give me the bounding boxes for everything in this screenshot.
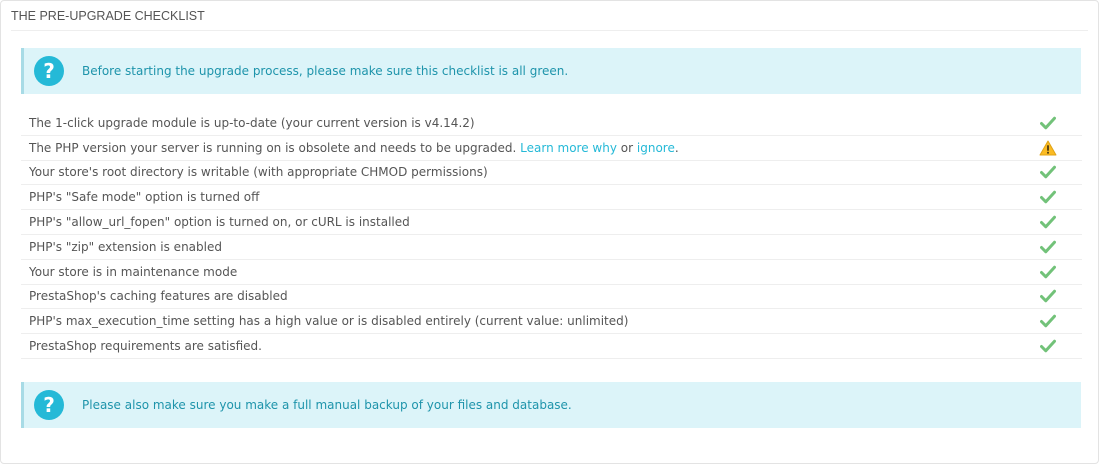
info-alert-text: Before starting the upgrade process, ple… — [82, 64, 569, 78]
checklist-item-label: The 1-click upgrade module is up-to-date… — [29, 115, 475, 130]
info-alert-backup: ? Please also make sure you make a full … — [21, 382, 1081, 428]
checklist-table: The 1-click upgrade module is up-to-date… — [21, 111, 1082, 359]
check-icon — [1028, 314, 1068, 328]
checklist-item-label: PrestaShop's caching features are disabl… — [29, 289, 288, 304]
check-icon — [1028, 116, 1068, 130]
warning-triangle-icon — [1028, 140, 1068, 156]
checklist-row: PHP's "Safe mode" option is turned off — [21, 185, 1082, 211]
check-icon — [1028, 289, 1068, 303]
checklist-item-label: PHP's "allow_url_fopen" option is turned… — [29, 215, 410, 230]
checklist-row: PHP's "zip" extension is enabled — [21, 235, 1082, 260]
checklist-item-label: PHP's "zip" extension is enabled — [29, 239, 222, 254]
checklist-item-label: The PHP version your server is running o… — [21, 141, 1028, 155]
question-circle-icon: ? — [34, 390, 64, 420]
checklist-item-label: PrestaShop requirements are satisfied. — [29, 339, 262, 354]
checklist-row: Your store's root directory is writable … — [21, 161, 1082, 186]
checklist-item-label: PHP's "Safe mode" option is turned off — [29, 190, 260, 205]
check-icon — [1028, 165, 1068, 179]
pre-upgrade-checklist-panel: THE PRE-UPGRADE CHECKLIST ? Before start… — [0, 0, 1099, 464]
check-icon — [1028, 240, 1068, 254]
checklist-row: The PHP version your server is running o… — [21, 136, 1082, 161]
checklist-row: Your store is in maintenance mode — [21, 260, 1082, 285]
question-circle-icon: ? — [34, 56, 64, 86]
checklist-row: PHP's "allow_url_fopen" option is turned… — [21, 210, 1082, 235]
checklist-item-text: . — [674, 140, 679, 155]
info-alert-text: Please also make sure you make a full ma… — [82, 398, 572, 412]
checklist-item-text: or — [620, 140, 634, 155]
info-alert-checklist: ? Before starting the upgrade process, p… — [21, 48, 1081, 94]
check-icon — [1028, 265, 1068, 279]
checklist-row: The 1-click upgrade module is up-to-date… — [21, 111, 1082, 136]
check-icon — [1028, 215, 1068, 229]
ignore-link[interactable]: ignore — [637, 141, 675, 155]
check-icon — [1028, 339, 1068, 353]
panel-title: THE PRE-UPGRADE CHECKLIST — [11, 1, 1088, 31]
checklist-row: PHP's max_execution_time setting has a h… — [21, 309, 1082, 335]
checklist-row: PrestaShop requirements are satisfied. — [21, 334, 1082, 359]
check-icon — [1028, 190, 1068, 204]
checklist-item-label: Your store's root directory is writable … — [29, 165, 488, 180]
checklist-item-text: The PHP version your server is running o… — [29, 140, 517, 155]
checklist-row: PrestaShop's caching features are disabl… — [21, 285, 1082, 310]
learn-more-why-link[interactable]: Learn more why — [520, 141, 617, 155]
checklist-item-label: PHP's max_execution_time setting has a h… — [29, 314, 629, 329]
checklist-item-label: Your store is in maintenance mode — [29, 264, 238, 279]
